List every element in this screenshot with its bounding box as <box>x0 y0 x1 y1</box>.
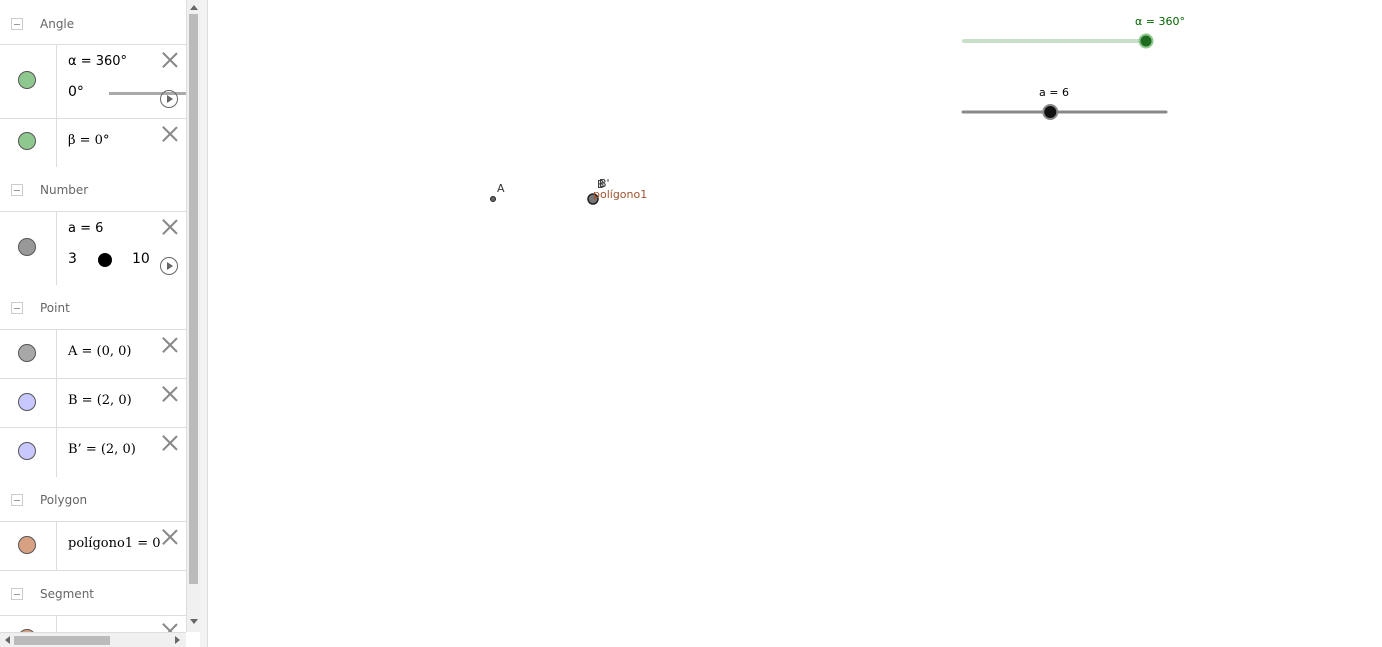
delete-icon[interactable] <box>161 125 179 143</box>
group-label: Segment <box>40 587 94 601</box>
group-label: Point <box>40 301 70 315</box>
algebra-row-B[interactable]: B = (2, 0) <box>0 378 186 427</box>
group-header-number[interactable]: Number <box>0 168 186 212</box>
slider-min-label: 3 <box>68 251 77 267</box>
delete-icon[interactable] <box>161 51 179 69</box>
algebra-row-Bprime[interactable]: B’ = (2, 0) <box>0 427 186 477</box>
group-header-segment[interactable]: Segment <box>0 572 186 616</box>
scroll-thumb[interactable] <box>14 636 110 645</box>
group-header-angle[interactable]: Angle <box>0 2 186 46</box>
visibility-marble-icon[interactable] <box>18 132 36 150</box>
scroll-left-arrow-icon[interactable] <box>5 636 10 644</box>
algebra-horizontal-scrollbar[interactable] <box>0 632 186 647</box>
delete-icon[interactable] <box>161 434 179 452</box>
collapse-toggle-icon[interactable] <box>11 302 23 314</box>
algebra-vertical-scrollbar[interactable] <box>186 0 200 632</box>
point-A[interactable] <box>490 196 496 202</box>
algebra-row-a[interactable]: a = 6 3 10 <box>0 211 186 285</box>
algebra-view: Angle α = 360° 0° β = 0° Number a = 6 3 … <box>0 0 186 632</box>
algebra-row-polygon[interactable]: polígono1 = 0 <box>0 521 186 571</box>
a-slider-knob[interactable] <box>1042 104 1059 120</box>
scroll-thumb[interactable] <box>189 14 198 584</box>
algebra-row-beta[interactable]: β = 0° <box>0 118 186 167</box>
collapse-toggle-icon[interactable] <box>11 18 23 30</box>
algebra-row-alpha[interactable]: α = 360° 0° <box>0 44 186 118</box>
definition-beta[interactable]: β = 0° <box>68 133 109 148</box>
delete-icon[interactable] <box>161 218 179 236</box>
play-icon[interactable] <box>160 257 178 275</box>
scroll-up-arrow-icon[interactable] <box>190 5 198 10</box>
play-icon[interactable] <box>160 90 178 108</box>
visibility-marble-icon[interactable] <box>18 238 36 256</box>
definition-polygon[interactable]: polígono1 = 0 <box>68 536 161 551</box>
scroll-down-arrow-icon[interactable] <box>190 619 198 624</box>
slider-min-label: 0° <box>68 84 84 100</box>
delete-icon[interactable] <box>161 622 179 632</box>
graphics-view[interactable]: α = 360° a = 6 A B B' polígono1 <box>208 0 1382 647</box>
point-A-label: A <box>497 182 505 195</box>
collapse-toggle-icon[interactable] <box>11 588 23 600</box>
visibility-marble-icon[interactable] <box>18 536 36 554</box>
group-label: Number <box>40 183 89 197</box>
collapse-toggle-icon[interactable] <box>11 184 23 196</box>
definition-Bprime[interactable]: B’ = (2, 0) <box>68 442 136 457</box>
group-header-polygon[interactable]: Polygon <box>0 478 186 522</box>
group-label: Polygon <box>40 493 88 507</box>
visibility-marble-icon[interactable] <box>18 71 36 89</box>
graphics-canvas[interactable] <box>208 0 1382 647</box>
visibility-marble-icon[interactable] <box>18 344 36 362</box>
definition-B[interactable]: B = (2, 0) <box>68 393 132 408</box>
visibility-marble-icon[interactable] <box>18 393 36 411</box>
slider-max-label: 10 <box>132 251 150 267</box>
a-slider-label: a = 6 <box>1039 86 1069 99</box>
definition-a[interactable]: a = 6 <box>68 221 103 236</box>
algebra-row-segment[interactable] <box>0 615 186 632</box>
delete-icon[interactable] <box>161 528 179 546</box>
slider-knob[interactable] <box>98 253 112 267</box>
polygon-label: polígono1 <box>593 188 648 201</box>
group-header-point[interactable]: Point <box>0 286 186 330</box>
collapse-toggle-icon[interactable] <box>11 494 23 506</box>
delete-icon[interactable] <box>161 385 179 403</box>
definition-alpha[interactable]: α = 360° <box>68 54 127 69</box>
view-divider[interactable] <box>200 0 208 647</box>
alpha-slider-knob[interactable] <box>1138 33 1154 49</box>
delete-icon[interactable] <box>161 336 179 354</box>
visibility-marble-icon[interactable] <box>18 442 36 460</box>
definition-A[interactable]: A = (0, 0) <box>68 344 132 359</box>
algebra-row-A[interactable]: A = (0, 0) <box>0 329 186 378</box>
alpha-slider-label: α = 360° <box>1135 15 1185 28</box>
group-label: Angle <box>40 17 75 31</box>
scroll-right-arrow-icon[interactable] <box>175 636 180 644</box>
